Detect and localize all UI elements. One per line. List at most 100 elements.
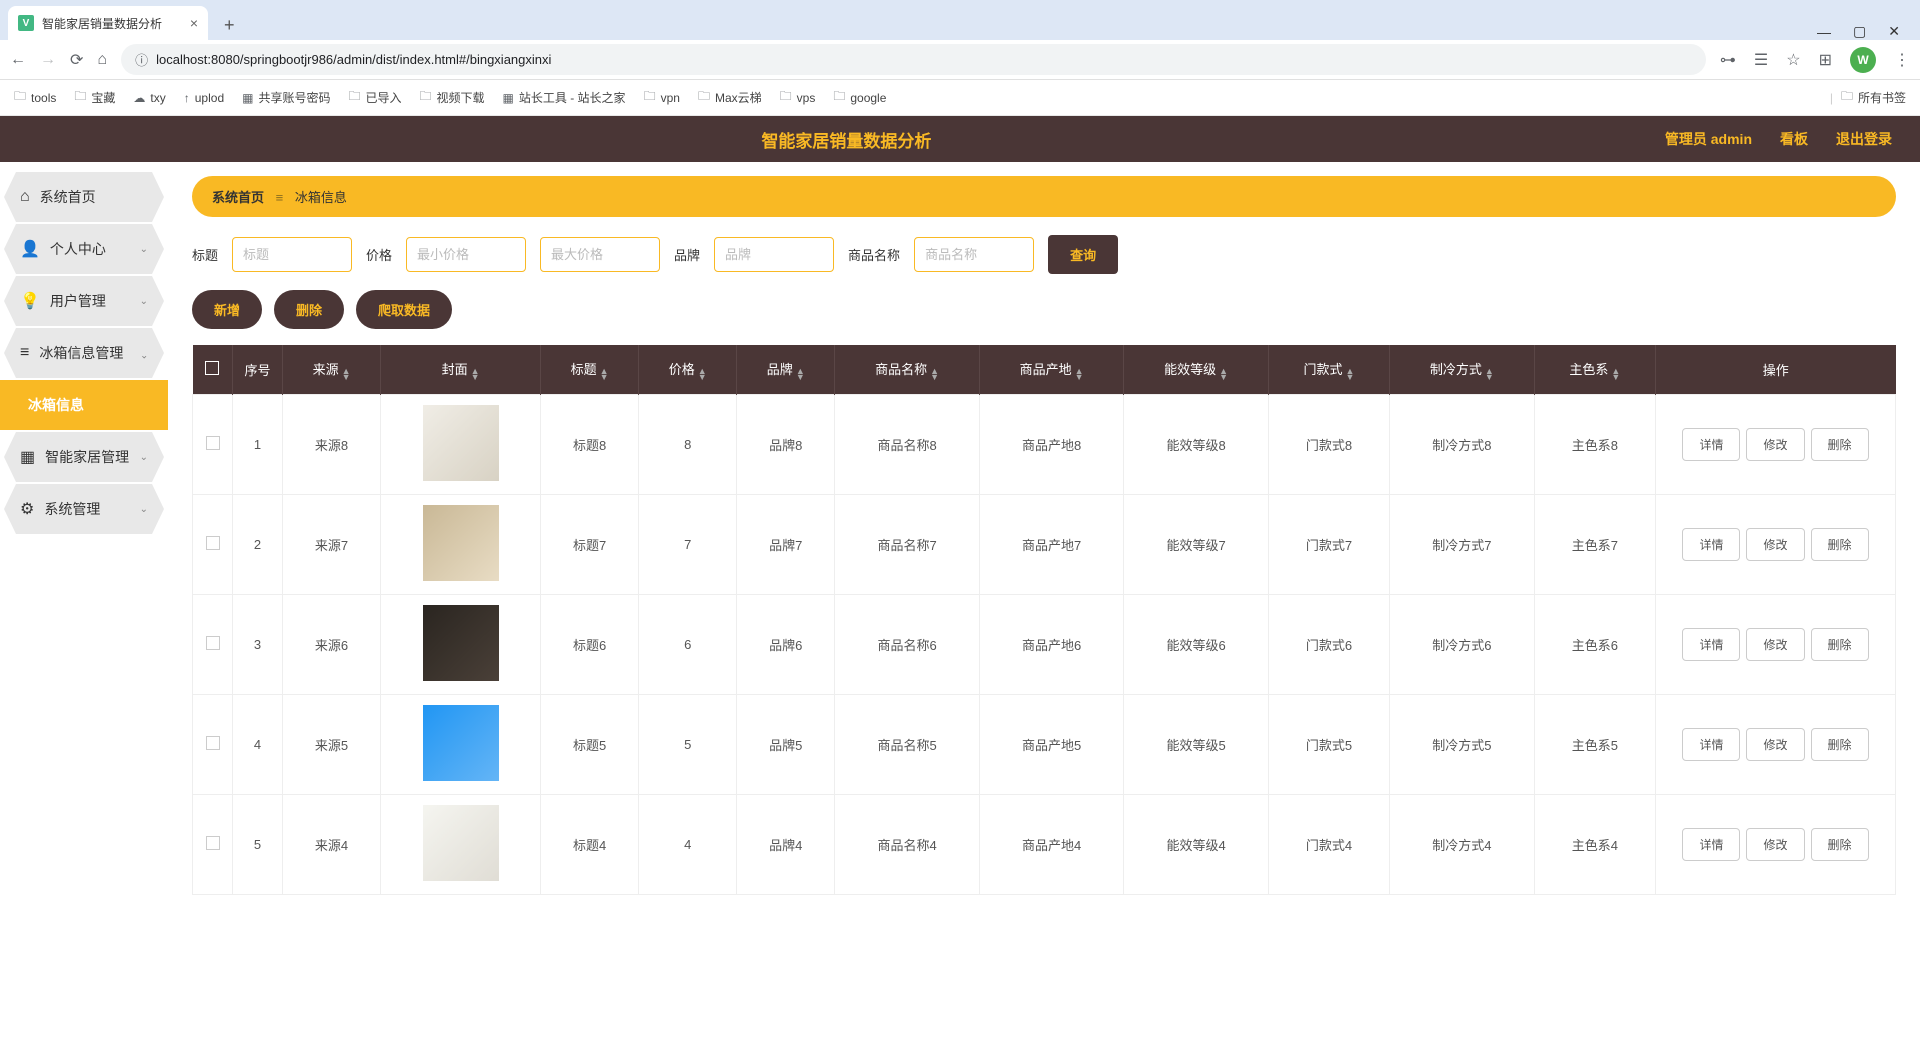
- edit-button[interactable]: 修改: [1746, 428, 1804, 461]
- bookmark-item[interactable]: 🗀已导入: [348, 87, 401, 108]
- column-header[interactable]: 制冷方式▲▼: [1390, 345, 1535, 395]
- row-delete-button[interactable]: 删除: [1811, 828, 1869, 861]
- column-header[interactable]: 价格▲▼: [639, 345, 737, 395]
- column-header[interactable]: 能效等级▲▼: [1124, 345, 1269, 395]
- table-row: 4来源5标题55品牌5商品名称5商品产地5能效等级5门款式5制冷方式5主色系5详…: [193, 695, 1896, 795]
- bookmark-item[interactable]: ☁txy: [133, 91, 165, 105]
- header-dashboard[interactable]: 看板: [1780, 129, 1808, 149]
- cell-seq: 3: [233, 595, 283, 695]
- column-header: 操作: [1656, 345, 1896, 395]
- header-user[interactable]: 管理员 admin: [1665, 129, 1752, 149]
- sidebar-item-fridge-info[interactable]: 冰箱信息: [0, 380, 168, 430]
- bookmark-item[interactable]: ▦站长工具 - 站长之家: [503, 89, 626, 106]
- row-checkbox[interactable]: [206, 436, 220, 450]
- bookmark-item[interactable]: 🗀vpn: [644, 87, 680, 108]
- select-all-checkbox[interactable]: [205, 361, 219, 375]
- row-delete-button[interactable]: 删除: [1811, 728, 1869, 761]
- sidebar-item-home[interactable]: ⌂系统首页: [4, 172, 164, 222]
- title-input[interactable]: [232, 237, 352, 272]
- edit-button[interactable]: 修改: [1746, 828, 1804, 861]
- edit-button[interactable]: 修改: [1746, 628, 1804, 661]
- column-header[interactable]: 门款式▲▼: [1268, 345, 1389, 395]
- detail-button[interactable]: 详情: [1682, 728, 1740, 761]
- crawl-button[interactable]: 爬取数据: [356, 290, 452, 329]
- sidebar-item-system[interactable]: ⚙系统管理⌄: [4, 484, 164, 534]
- window-controls: — ▢ ✕: [1817, 23, 1912, 40]
- cell-product: 商品名称6: [835, 595, 980, 695]
- add-button[interactable]: 新增: [192, 290, 262, 329]
- translate-icon[interactable]: ☰: [1754, 50, 1768, 70]
- bookmark-item[interactable]: 🗀vps: [780, 87, 816, 108]
- row-checkbox[interactable]: [206, 636, 220, 650]
- minimize-icon[interactable]: —: [1817, 24, 1831, 40]
- all-bookmarks[interactable]: 🗀所有书签: [1841, 87, 1906, 108]
- profile-avatar[interactable]: W: [1850, 47, 1876, 73]
- sidebar-item-smart-home[interactable]: ▦智能家居管理⌄: [4, 432, 164, 482]
- delete-button[interactable]: 删除: [274, 290, 344, 329]
- table-row: 2来源7标题77品牌7商品名称7商品产地7能效等级7门款式7制冷方式7主色系7详…: [193, 495, 1896, 595]
- column-header[interactable]: 来源▲▼: [283, 345, 381, 395]
- new-tab-button[interactable]: +: [216, 11, 243, 40]
- reload-icon[interactable]: ⟳: [70, 50, 83, 70]
- sidebar-item-fridge-mgmt[interactable]: ≡冰箱信息管理⌃: [4, 328, 164, 378]
- min-price-input[interactable]: [406, 237, 526, 272]
- bookmark-star-icon[interactable]: ☆: [1786, 50, 1800, 70]
- sidebar-item-users[interactable]: 💡用户管理⌄: [4, 276, 164, 326]
- column-header[interactable]: 品牌▲▼: [737, 345, 835, 395]
- browser-tab-strip: V 智能家居销量数据分析 × + — ▢ ✕: [0, 0, 1920, 40]
- row-checkbox[interactable]: [206, 536, 220, 550]
- site-info-icon[interactable]: ⓘ: [135, 50, 148, 69]
- detail-button[interactable]: 详情: [1682, 428, 1740, 461]
- row-checkbox[interactable]: [206, 836, 220, 850]
- close-window-icon[interactable]: ✕: [1888, 23, 1900, 40]
- cell-origin: 商品产地7: [979, 495, 1124, 595]
- url-input[interactable]: ⓘ localhost:8080/springbootjr986/admin/d…: [121, 44, 1706, 75]
- bookmark-item[interactable]: 🗀tools: [14, 87, 56, 108]
- browser-tab[interactable]: V 智能家居销量数据分析 ×: [8, 6, 208, 40]
- forward-icon[interactable]: →: [40, 51, 56, 69]
- header-logout[interactable]: 退出登录: [1836, 129, 1892, 149]
- detail-button[interactable]: 详情: [1682, 828, 1740, 861]
- detail-button[interactable]: 详情: [1682, 528, 1740, 561]
- cell-energy: 能效等级4: [1124, 795, 1269, 895]
- cell-energy: 能效等级6: [1124, 595, 1269, 695]
- extensions-icon[interactable]: ⊞: [1819, 50, 1832, 70]
- back-icon[interactable]: ←: [10, 51, 26, 69]
- bookmark-item[interactable]: ▦共享账号密码: [242, 89, 330, 106]
- cell-color: 主色系4: [1534, 795, 1655, 895]
- bookmark-item[interactable]: 🗀视频下载: [420, 87, 485, 108]
- edit-button[interactable]: 修改: [1746, 528, 1804, 561]
- maximize-icon[interactable]: ▢: [1853, 23, 1866, 40]
- tab-close-icon[interactable]: ×: [190, 15, 198, 31]
- column-header[interactable]: 主色系▲▼: [1534, 345, 1655, 395]
- chrome-menu-icon[interactable]: ⋮: [1894, 50, 1910, 70]
- edit-button[interactable]: 修改: [1746, 728, 1804, 761]
- column-header[interactable]: 封面▲▼: [381, 345, 541, 395]
- cell-origin: 商品产地8: [979, 395, 1124, 495]
- home-menu-icon: ⌂: [20, 188, 30, 206]
- sidebar-item-profile[interactable]: 👤个人中心⌄: [4, 224, 164, 274]
- folder-icon: 🗀: [644, 87, 656, 108]
- bookmark-item[interactable]: ↑uplod: [184, 91, 224, 105]
- bookmark-item[interactable]: 🗀google: [833, 87, 886, 108]
- column-header[interactable]: 商品名称▲▼: [835, 345, 980, 395]
- row-delete-button[interactable]: 删除: [1811, 628, 1869, 661]
- search-button[interactable]: 查询: [1048, 235, 1118, 274]
- password-icon[interactable]: ⊶: [1720, 50, 1736, 70]
- home-icon[interactable]: ⌂: [97, 51, 107, 69]
- bookmark-item[interactable]: 🗀Max云梯: [698, 87, 762, 108]
- breadcrumb-home[interactable]: 系统首页: [212, 190, 264, 205]
- row-delete-button[interactable]: 删除: [1811, 428, 1869, 461]
- brand-input[interactable]: [714, 237, 834, 272]
- folder-icon: 🗀: [833, 87, 845, 108]
- bookmark-item[interactable]: 🗀宝藏: [74, 87, 115, 108]
- row-checkbox[interactable]: [206, 736, 220, 750]
- column-header[interactable]: 商品产地▲▼: [979, 345, 1124, 395]
- max-price-input[interactable]: [540, 237, 660, 272]
- detail-button[interactable]: 详情: [1682, 628, 1740, 661]
- product-input[interactable]: [914, 237, 1034, 272]
- column-header[interactable]: 标题▲▼: [541, 345, 639, 395]
- cell-title: 标题5: [541, 695, 639, 795]
- row-delete-button[interactable]: 删除: [1811, 528, 1869, 561]
- chevron-down-icon: ⌄: [140, 296, 148, 307]
